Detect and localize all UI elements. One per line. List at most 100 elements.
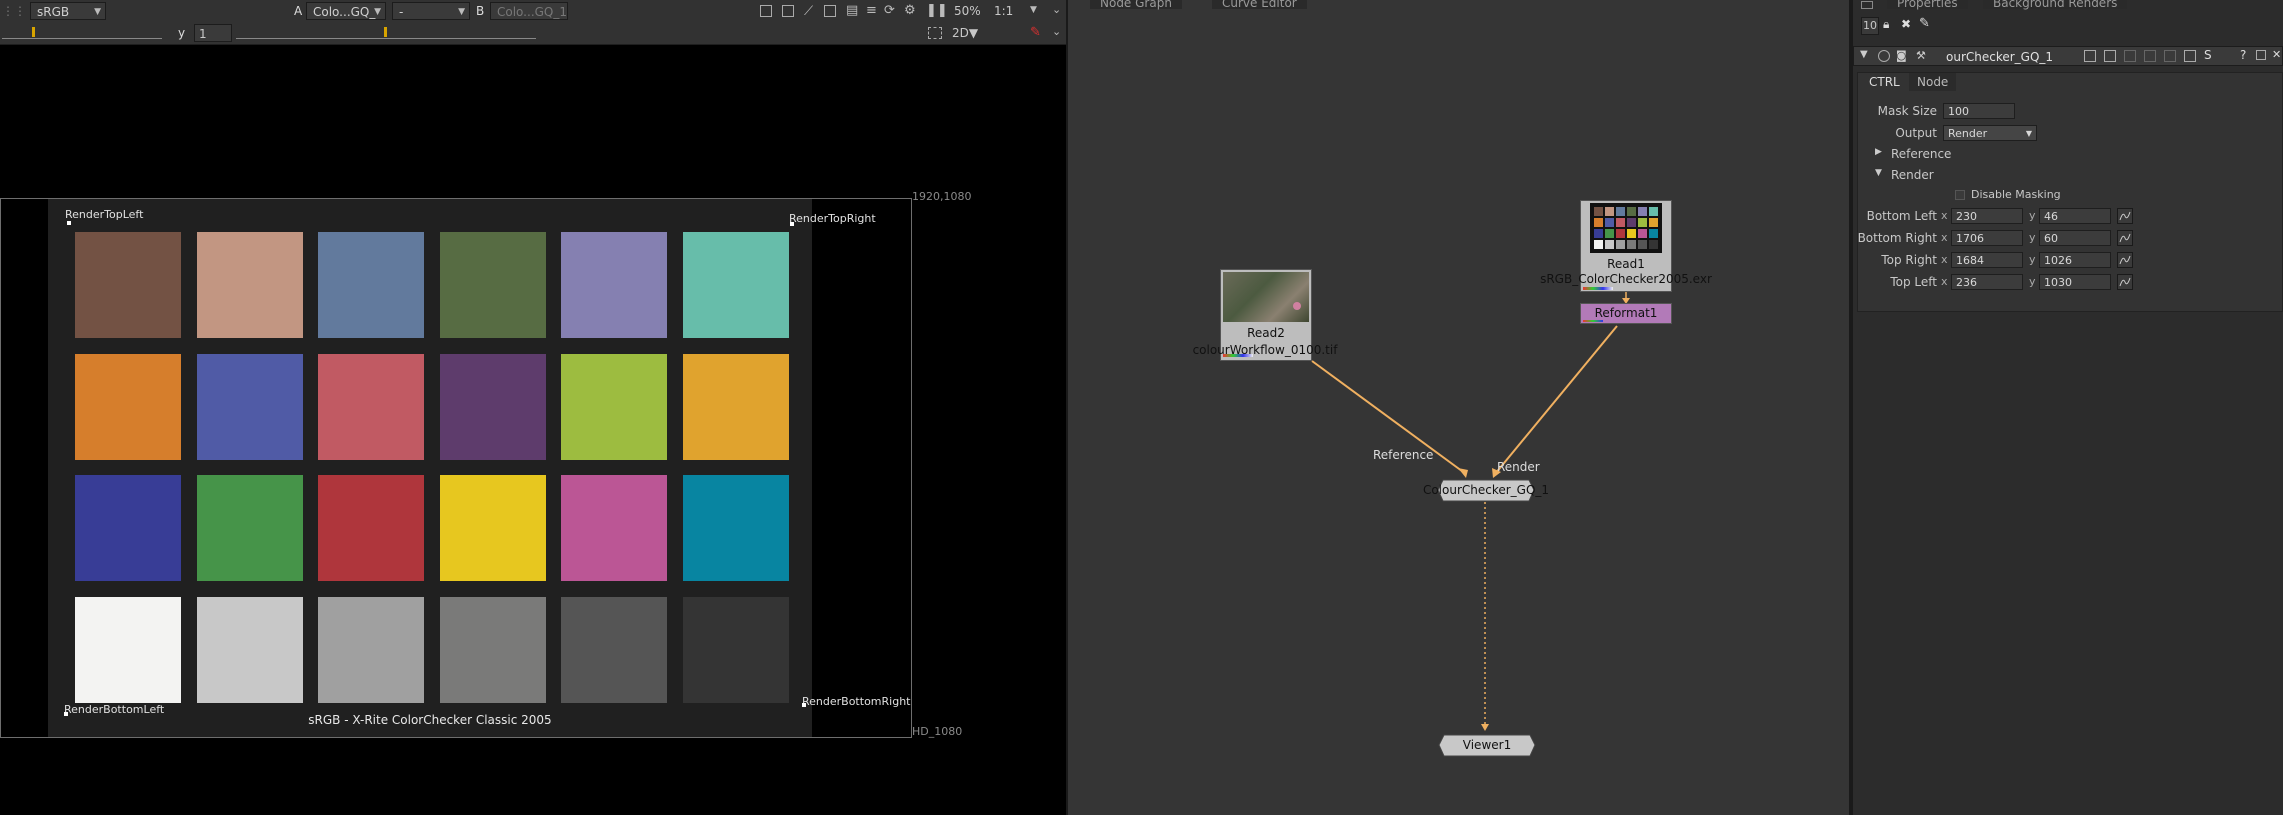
x-label: x [1941, 209, 1948, 222]
y-label: y [2029, 253, 2036, 266]
clipping-icon[interactable]: ▤ [846, 3, 858, 18]
thumbnail-swatch [1594, 218, 1603, 227]
disable-masking-checkbox[interactable] [1955, 190, 1965, 200]
roi-icon[interactable] [760, 5, 772, 17]
x-label: x [1941, 275, 1948, 288]
chevron-double-down-icon[interactable]: ⌄ [1052, 25, 1061, 38]
chevron-down-icon[interactable]: ▼ [1030, 5, 1037, 15]
corner-handle-top-left[interactable] [67, 221, 71, 225]
view-mode-dropdown[interactable]: 2D▼ [952, 24, 1012, 42]
center-node-icon[interactable]: ◙ [1896, 49, 1907, 62]
viewer-panel: ⋮ ⋮ sRGB ▼ A Colo...GQ_ ▼ - ▼ B Colo...GQ_1… [0, 0, 1066, 815]
thumbnail-figure [1293, 302, 1301, 310]
channel-indicator [1583, 320, 1603, 322]
tab-node[interactable]: Node [1909, 73, 1957, 91]
thumbnail-swatch [1638, 218, 1647, 227]
format-name-label: HD_1080 [912, 725, 963, 738]
color-swatch [682, 475, 789, 581]
chevron-down-icon: ▼ [2025, 129, 2032, 138]
color-swatch [682, 353, 789, 460]
corner-label-bottom-right: RenderBottomRight [802, 695, 911, 708]
region-icon[interactable] [928, 27, 942, 39]
refresh-icon[interactable]: ⟳ [884, 3, 895, 18]
pipe-reformat-to-colorchecker[interactable] [1494, 325, 1618, 475]
mask-size-field[interactable]: 100 [1943, 103, 2015, 119]
gamma-field[interactable]: 1 [194, 24, 232, 42]
input-b-dropdown[interactable]: Colo...GQ_1 [490, 2, 568, 20]
safe-area-icon[interactable] [782, 5, 794, 17]
thumbnail-swatch [1627, 207, 1636, 216]
help-icon[interactable]: ? [2240, 48, 2246, 62]
wrench-icon[interactable]: ⚒ [1916, 49, 1926, 62]
node-name-field[interactable]: ourChecker_GQ_1 [1946, 49, 2053, 65]
corner-x-field[interactable]: 230 [1951, 208, 2023, 224]
tab-properties[interactable]: Properties [1887, 0, 1968, 9]
settings-icon[interactable]: ⚙ [904, 3, 916, 18]
corner-x-field[interactable]: 236 [1951, 274, 2023, 290]
output-dropdown[interactable]: Render ▼ [1943, 125, 2037, 141]
corner-y-field[interactable]: 60 [2039, 230, 2111, 246]
float-icon[interactable] [2256, 50, 2266, 60]
expand-icon[interactable]: ▶ [1875, 147, 1882, 157]
node-graph-panel: Node Graph Curve Editor Read2 colourWork… [1066, 0, 1849, 815]
corner-y-field[interactable]: 46 [2039, 208, 2111, 224]
gain-slider[interactable] [2, 26, 162, 39]
thumbnail-swatch [1638, 207, 1647, 216]
zoom-value[interactable]: 50% [954, 2, 986, 20]
redo-icon[interactable] [2144, 50, 2156, 62]
lock-icon[interactable]: 🔒︎ [1883, 17, 1889, 32]
color-picker-icon[interactable] [2084, 50, 2096, 62]
animation-curve-icon[interactable] [2117, 208, 2133, 224]
script-icon[interactable]: S [2204, 48, 2212, 62]
gamma-slider[interactable] [236, 26, 536, 39]
proxy-value[interactable]: 1:1 [994, 2, 1024, 20]
panel-menu-icon[interactable] [1861, 1, 1873, 9]
max-panels-field[interactable]: 10 [1861, 17, 1879, 35]
output-value: Render [1948, 127, 1988, 140]
input-a-layer-dropdown[interactable]: - ▼ [392, 2, 470, 20]
reference-group-label[interactable]: Reference [1891, 147, 1951, 161]
corner-x-field[interactable]: 1684 [1951, 252, 2023, 268]
undo-icon[interactable] [2124, 50, 2136, 62]
collapse-icon[interactable]: ▼ [1875, 168, 1882, 178]
gamma-slider-handle[interactable] [384, 27, 387, 37]
pause-icon[interactable]: ❚❚ [926, 3, 948, 18]
colorspace-dropdown[interactable]: sRGB ▼ [30, 2, 106, 20]
animation-curve-icon[interactable] [2117, 252, 2133, 268]
pencil-icon[interactable]: ✎ [1919, 16, 1930, 31]
view-node-icon[interactable] [1878, 50, 1890, 62]
float-panel-icon[interactable] [2184, 50, 2196, 62]
close-icon[interactable]: ✕ [2272, 48, 2281, 61]
color-swatch [561, 353, 667, 460]
thumbnail-swatch [1649, 218, 1658, 227]
tab-ctrl[interactable]: CTRL [1861, 73, 1908, 91]
collapse-icon[interactable]: ▼ [1860, 49, 1868, 60]
animation-curve-icon[interactable] [2117, 274, 2133, 290]
tab-background-renders[interactable]: Background Renders [1983, 0, 2128, 9]
close-all-icon[interactable]: ✖ [1901, 17, 1911, 31]
corner-y-field[interactable]: 1026 [2039, 252, 2111, 268]
overlay-icon[interactable] [824, 5, 836, 17]
gamma-label: y [178, 26, 186, 40]
revert-icon[interactable] [2164, 50, 2176, 62]
corner-handle-bottom-right[interactable] [802, 703, 806, 707]
animation-curve-icon[interactable] [2117, 230, 2133, 246]
color-picker-icon[interactable] [2104, 50, 2116, 62]
render-group-label[interactable]: Render [1891, 168, 1934, 182]
chevron-double-down-icon[interactable]: ⌄ [1052, 3, 1061, 16]
corner-handle-bottom-left[interactable] [64, 712, 68, 716]
thumbnail-swatch [1594, 240, 1603, 249]
corner-handle-top-right[interactable] [790, 222, 794, 226]
gain-slider-handle[interactable] [32, 27, 35, 37]
corner-y-field[interactable]: 1030 [2039, 274, 2111, 290]
corner-x-field[interactable]: 1706 [1951, 230, 2023, 246]
lut-icon[interactable]: ≡ [866, 3, 877, 18]
viewer-toolbar-top: ⋮ ⋮ sRGB ▼ A Colo...GQ_ ▼ - ▼ B Colo...GQ_1… [0, 0, 1066, 24]
color-swatch [682, 596, 789, 703]
node-reformat1[interactable]: Reformat1 [1580, 303, 1672, 324]
input-a-layer-value: - [399, 5, 404, 19]
input-a-dropdown[interactable]: Colo...GQ_ ▼ [306, 2, 386, 20]
pencil-icon[interactable]: ✎ [1030, 25, 1041, 40]
corner-label-top-left: RenderTopLeft [65, 208, 144, 221]
wipe-icon[interactable]: ⟋ [804, 4, 813, 19]
